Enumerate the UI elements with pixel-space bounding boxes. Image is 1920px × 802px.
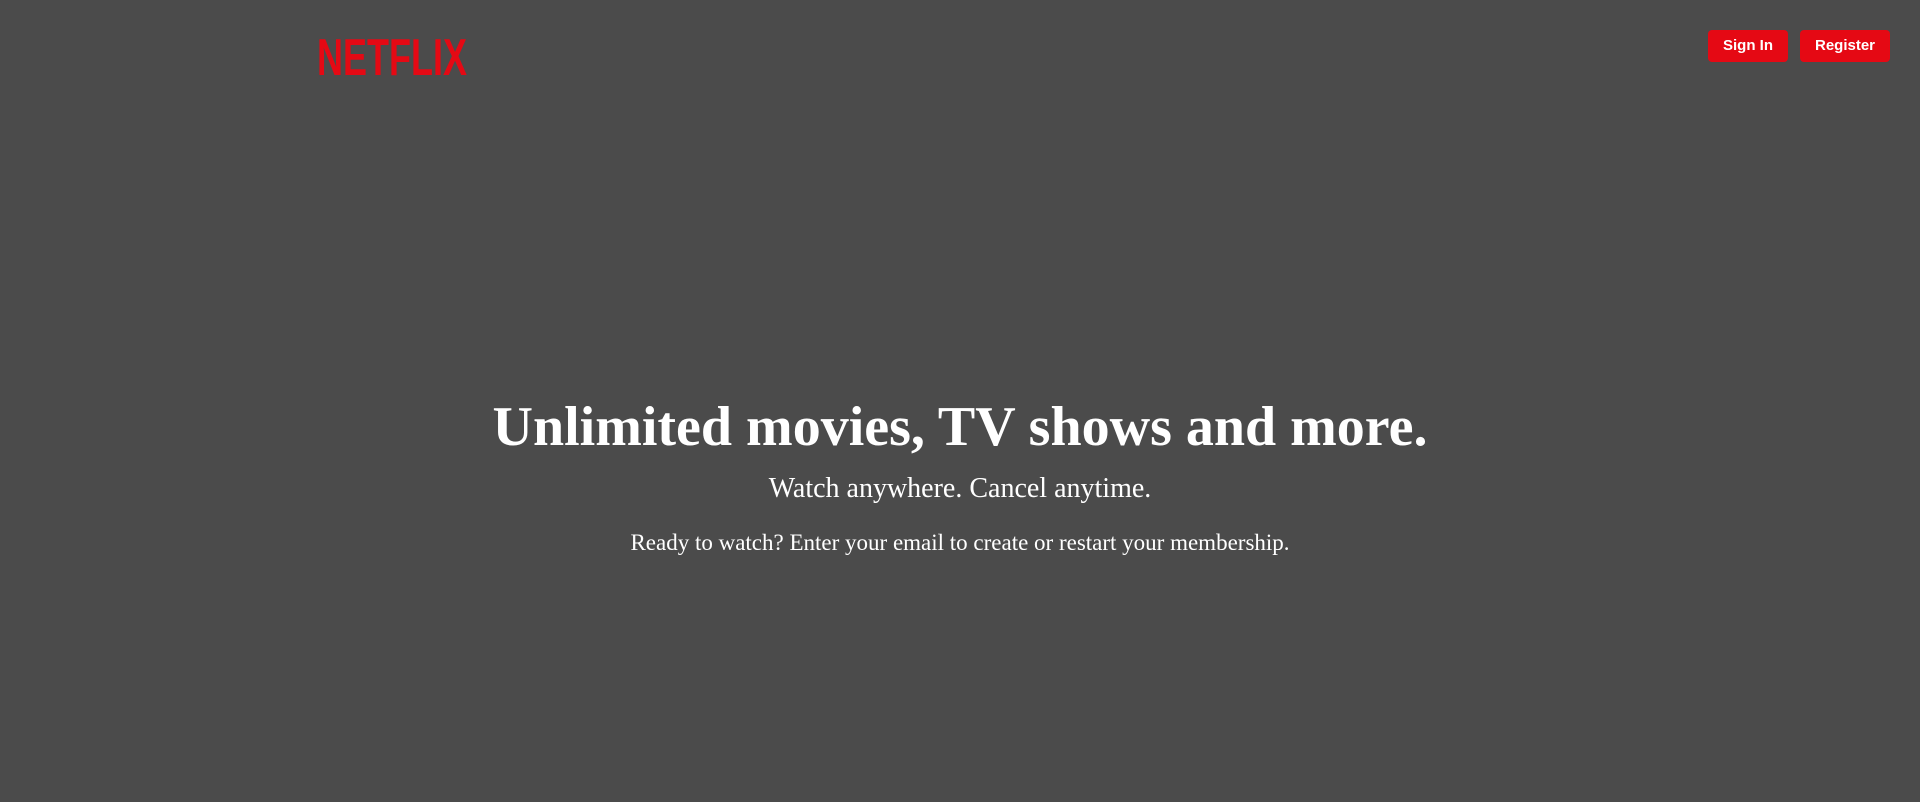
- hero-section: Unlimited movies, TV shows and more. Wat…: [0, 392, 1920, 558]
- hero-cta-text: Ready to watch? Enter your email to crea…: [630, 530, 1290, 555]
- sign-in-button[interactable]: Sign In: [1708, 30, 1788, 62]
- hero-subtitle: Watch anywhere. Cancel anytime.: [768, 473, 1152, 504]
- logo-text: NETFLIX: [317, 29, 467, 80]
- header-actions: Sign In Register: [1708, 30, 1890, 62]
- netflix-logo[interactable]: NETFLIX: [316, 28, 468, 80]
- netflix-logo-mark: NETFLIX: [317, 29, 467, 80]
- register-button[interactable]: Register: [1800, 30, 1890, 62]
- hero-title: Unlimited movies, TV shows and more.: [492, 396, 1428, 458]
